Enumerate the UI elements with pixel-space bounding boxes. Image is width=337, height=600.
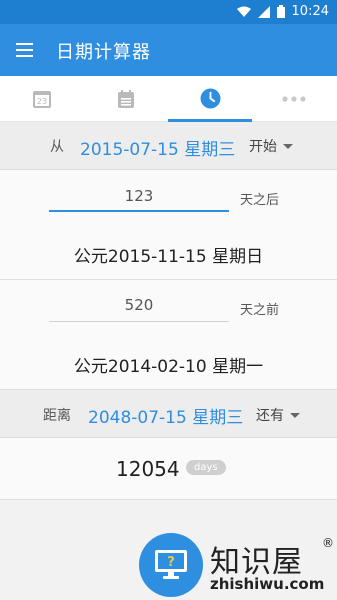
monitor-question-icon: ? <box>155 550 187 579</box>
days-after-section: 天之后 公元2015-11-15 星期日 <box>0 170 337 280</box>
start-date[interactable]: 2015-07-15 星期三 <box>80 135 235 160</box>
tab-calendar-list[interactable] <box>84 76 168 121</box>
watermark-logo: ? <box>139 533 203 597</box>
page-title: 日期计算器 <box>56 42 151 63</box>
days-before-result: 公元2014-02-10 星期一 <box>73 357 264 377</box>
days-after-result: 公元2015-11-15 星期日 <box>73 247 264 267</box>
signal-icon <box>257 5 270 18</box>
days-badge: days <box>186 460 226 475</box>
start-mode-dropdown[interactable]: 开始 <box>249 136 293 156</box>
start-date-row: 从 2015-07-15 星期三 开始 <box>0 122 337 170</box>
days-after-suffix: 天之后 <box>240 193 280 208</box>
status-bar: 10:24 <box>0 0 337 24</box>
calendar-day-icon: 23 <box>33 90 51 108</box>
countdown-value: 12054 <box>116 457 180 481</box>
countdown-section: 12054 days <box>0 438 337 500</box>
watermark-registered: ® <box>322 536 334 550</box>
tab-clock[interactable] <box>168 76 252 122</box>
dropdown-arrow-icon <box>283 143 293 149</box>
from-label: 从 <box>50 139 64 155</box>
calendar-list-icon <box>118 89 134 108</box>
distance-label: 距离 <box>43 408 71 424</box>
days-before-suffix: 天之前 <box>240 303 280 318</box>
more-dots-icon <box>282 95 306 102</box>
svg-text:23: 23 <box>37 97 47 106</box>
days-before-underline <box>49 321 229 322</box>
start-mode-label: 开始 <box>249 139 277 155</box>
app-bar: 日期计算器 <box>0 24 337 76</box>
tab-calendar-day[interactable]: 23 <box>0 76 84 121</box>
distance-mode-dropdown[interactable]: 还有 <box>256 405 300 425</box>
days-after-input[interactable] <box>49 184 229 208</box>
clock-icon <box>200 88 220 109</box>
target-date[interactable]: 2048-07-15 星期三 <box>88 403 243 428</box>
menu-icon[interactable] <box>12 38 36 62</box>
distance-mode-label: 还有 <box>256 408 284 424</box>
svg-text:?: ? <box>167 555 175 570</box>
days-before-section: 天之前 公元2014-02-10 星期一 <box>0 280 337 390</box>
distance-row: 距离 2048-07-15 星期三 还有 <box>0 390 337 438</box>
battery-icon <box>276 5 285 18</box>
days-after-underline <box>49 210 229 212</box>
dropdown-arrow-icon <box>290 412 300 418</box>
tab-more[interactable] <box>252 76 336 121</box>
days-before-input[interactable] <box>49 293 229 317</box>
wifi-icon <box>236 6 251 17</box>
tab-bar: 23 <box>0 76 337 122</box>
watermark-url: zhishiwu.com <box>210 575 325 593</box>
status-time: 10:24 <box>291 4 329 19</box>
